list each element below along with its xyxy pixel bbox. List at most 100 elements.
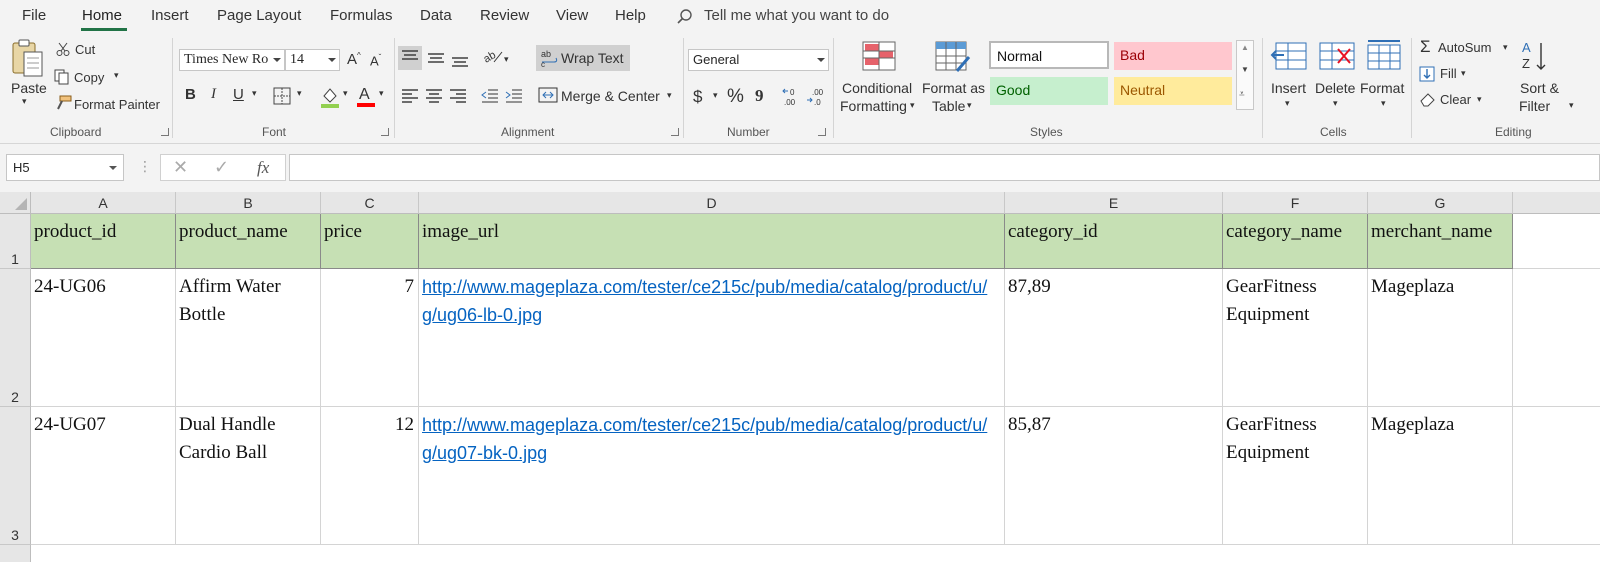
style-neutral[interactable]: Neutral bbox=[1114, 77, 1232, 105]
paste-icon[interactable] bbox=[10, 38, 50, 82]
clear-button[interactable]: Clear bbox=[1440, 92, 1471, 107]
cell-e1[interactable]: category_id bbox=[1005, 214, 1223, 269]
tab-view[interactable]: View bbox=[556, 7, 588, 24]
formula-bar-grip-icon[interactable]: ⋮ bbox=[138, 158, 152, 175]
tab-data[interactable]: Data bbox=[420, 7, 452, 24]
merge-center-icon[interactable] bbox=[538, 85, 558, 108]
cell-f1[interactable]: category_name bbox=[1223, 214, 1368, 269]
orientation-icon[interactable]: ab ▾ bbox=[481, 46, 512, 71]
format-as-table-label-1[interactable]: Format as bbox=[922, 80, 985, 96]
increase-decimal-icon[interactable]: 0.00 bbox=[782, 86, 806, 111]
sort-filter-label-1[interactable]: Sort & bbox=[1520, 80, 1559, 96]
cell-c1[interactable]: price bbox=[321, 214, 419, 269]
decrease-indent-icon[interactable] bbox=[480, 86, 500, 109]
column-header-e[interactable]: E bbox=[1005, 192, 1223, 214]
column-header-b[interactable]: B bbox=[176, 192, 321, 214]
cell-b1[interactable]: product_name bbox=[176, 214, 321, 269]
format-painter-button[interactable]: Format Painter bbox=[74, 97, 160, 112]
font-color-icon[interactable]: A bbox=[356, 84, 376, 111]
column-header-h[interactable] bbox=[1513, 192, 1600, 214]
autosum-dropdown-icon[interactable]: ▾ bbox=[1503, 42, 1508, 53]
conditional-formatting-label-1[interactable]: Conditional bbox=[842, 80, 912, 96]
cell-d2-link[interactable]: http://www.mageplaza.com/tester/ce215c/p… bbox=[419, 269, 1005, 407]
clear-dropdown-icon[interactable]: ▾ bbox=[1477, 94, 1482, 105]
row-header-1[interactable]: 1 bbox=[0, 214, 31, 269]
number-format-combo[interactable]: General bbox=[688, 49, 829, 71]
wrap-text-button[interactable]: ab c Wrap Text bbox=[536, 45, 630, 71]
copy-dropdown-icon[interactable]: ▾ bbox=[114, 70, 119, 81]
tab-insert[interactable]: Insert bbox=[151, 7, 189, 24]
tab-page-layout[interactable]: Page Layout bbox=[217, 7, 301, 24]
cancel-icon[interactable]: ✕ bbox=[173, 157, 188, 178]
format-table-dropdown-icon[interactable]: ▾ bbox=[967, 100, 972, 111]
paste-button[interactable]: Paste bbox=[11, 80, 47, 96]
merge-dropdown-icon[interactable]: ▾ bbox=[667, 90, 672, 101]
style-bad[interactable]: Bad bbox=[1114, 42, 1232, 70]
italic-button[interactable]: I bbox=[211, 86, 216, 103]
chevron-down-icon[interactable]: ▼ bbox=[1241, 65, 1249, 74]
style-good[interactable]: Good bbox=[990, 77, 1108, 105]
row-header-3[interactable]: 3 bbox=[0, 407, 31, 545]
currency-button[interactable]: $ bbox=[693, 87, 702, 107]
align-top-icon[interactable] bbox=[398, 46, 422, 70]
chevron-up-icon[interactable]: ▲ bbox=[1241, 43, 1249, 52]
borders-dropdown-icon[interactable]: ▾ bbox=[297, 88, 302, 99]
conditional-formatting-label-2[interactable]: Formatting bbox=[840, 98, 907, 114]
align-bottom-icon[interactable] bbox=[448, 46, 472, 73]
cell-f3[interactable]: GearFitness Equipment bbox=[1223, 407, 1368, 545]
sort-filter-label-2[interactable]: Filter bbox=[1519, 98, 1550, 114]
align-center-icon[interactable] bbox=[424, 86, 444, 109]
cell-e2[interactable]: 87,89 bbox=[1005, 269, 1223, 407]
increase-font-icon[interactable]: A^ bbox=[347, 51, 361, 68]
align-middle-icon[interactable] bbox=[424, 46, 448, 73]
align-left-icon[interactable] bbox=[400, 86, 420, 109]
cell-b3[interactable]: Dual Handle Cardio Ball bbox=[176, 407, 321, 545]
cell-g3[interactable]: Mageplaza bbox=[1368, 407, 1513, 545]
cell-h3[interactable] bbox=[1513, 407, 1600, 545]
tab-formulas[interactable]: Formulas bbox=[330, 7, 393, 24]
tab-home[interactable]: Home bbox=[82, 7, 122, 24]
font-launcher-icon[interactable] bbox=[381, 128, 389, 136]
format-cells-icon[interactable] bbox=[1366, 39, 1402, 74]
cell-h2[interactable] bbox=[1513, 269, 1600, 407]
cell-a1[interactable]: product_id bbox=[31, 214, 176, 269]
cell-e3[interactable]: 85,87 bbox=[1005, 407, 1223, 545]
autosum-button[interactable]: AutoSum bbox=[1438, 40, 1491, 55]
select-all-button[interactable] bbox=[0, 192, 31, 214]
delete-cells-button[interactable]: Delete bbox=[1315, 80, 1355, 96]
tab-review[interactable]: Review bbox=[480, 7, 529, 24]
column-header-c[interactable]: C bbox=[321, 192, 419, 214]
insert-function-button[interactable]: fx bbox=[257, 158, 269, 178]
underline-dropdown-icon[interactable]: ▾ bbox=[252, 88, 257, 99]
cell-d1[interactable]: image_url bbox=[419, 214, 1005, 269]
cell-a3[interactable]: 24-UG07 bbox=[31, 407, 176, 545]
decrease-decimal-icon[interactable]: .00.0 bbox=[806, 86, 830, 111]
font-size-combo[interactable]: 14 bbox=[285, 49, 340, 71]
cell-g2[interactable]: Mageplaza bbox=[1368, 269, 1513, 407]
cell-g1[interactable]: merchant_name bbox=[1368, 214, 1513, 269]
insert-cells-icon[interactable] bbox=[1270, 41, 1308, 74]
sort-filter-icon[interactable]: AZ bbox=[1521, 39, 1551, 76]
chevron-down-icon[interactable] bbox=[109, 166, 117, 170]
merge-center-button[interactable]: Merge & Center bbox=[561, 88, 660, 104]
tab-file[interactable]: File bbox=[22, 7, 46, 24]
column-header-f[interactable]: F bbox=[1223, 192, 1368, 214]
name-box[interactable]: H5 bbox=[6, 154, 124, 181]
row-header-2[interactable]: 2 bbox=[0, 269, 31, 407]
alignment-launcher-icon[interactable] bbox=[671, 128, 679, 136]
cell-h1[interactable] bbox=[1513, 214, 1600, 269]
currency-dropdown-icon[interactable]: ▾ bbox=[713, 90, 718, 101]
column-header-d[interactable]: D bbox=[419, 192, 1005, 214]
gallery-more-icon[interactable]: ⩡ bbox=[1239, 89, 1245, 100]
format-dropdown-icon[interactable]: ▾ bbox=[1381, 98, 1386, 109]
cell-a2[interactable]: 24-UG06 bbox=[31, 269, 176, 407]
cell-c3[interactable]: 12 bbox=[321, 407, 419, 545]
borders-icon[interactable] bbox=[273, 87, 293, 108]
format-as-table-icon[interactable] bbox=[935, 41, 971, 78]
conditional-formatting-icon[interactable] bbox=[862, 41, 896, 74]
fill-color-dropdown-icon[interactable]: ▾ bbox=[343, 88, 348, 99]
clipboard-launcher-icon[interactable] bbox=[161, 128, 169, 136]
number-launcher-icon[interactable] bbox=[818, 128, 826, 136]
insert-cells-button[interactable]: Insert bbox=[1271, 80, 1306, 96]
cell-d3-link[interactable]: http://www.mageplaza.com/tester/ce215c/p… bbox=[419, 407, 1005, 545]
